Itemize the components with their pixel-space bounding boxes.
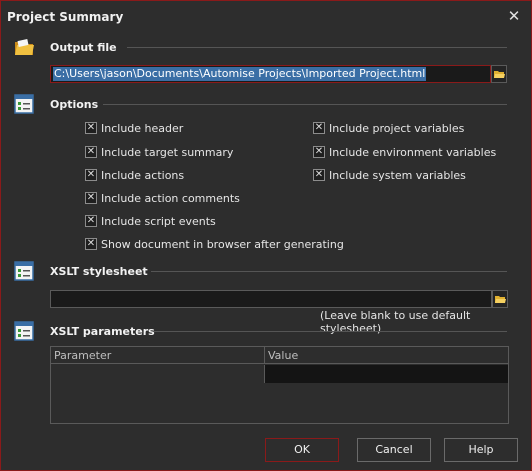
- include-actions-checkbox[interactable]: ✕ Include actions: [85, 168, 184, 182]
- include-target-summary-checkbox[interactable]: ✕ Include target summary: [85, 145, 233, 159]
- include-header-checkbox[interactable]: ✕ Include header: [85, 121, 183, 135]
- xslt-stylesheet-title: XSLT stylesheet: [50, 265, 148, 278]
- checkbox-box: ✕: [85, 215, 97, 227]
- section-divider: [103, 104, 507, 105]
- checkbox-label: Include action comments: [101, 191, 240, 205]
- checkbox-box: ✕: [313, 146, 325, 158]
- section-divider: [127, 47, 507, 48]
- browse-output-button[interactable]: [491, 65, 507, 83]
- output-file-title: Output file: [50, 41, 117, 54]
- include-system-variables-checkbox[interactable]: ✕ Include system variables: [313, 168, 466, 182]
- grid-header-value[interactable]: Value: [265, 347, 508, 364]
- section-divider: [153, 331, 507, 332]
- checkbox-label: Include target summary: [101, 145, 234, 159]
- checkbox-box: ✕: [313, 122, 325, 134]
- checkbox-label: Include system variables: [329, 168, 466, 182]
- checkbox-box: ✕: [85, 192, 97, 204]
- checklist-icon: [14, 321, 34, 341]
- checkbox-label: Include project variables: [329, 121, 465, 135]
- dialog-title: Project Summary: [7, 10, 124, 24]
- checkbox-label: Show document in browser after generatin…: [101, 237, 344, 251]
- output-file-input[interactable]: C:\Users\jason\Documents\Automise Projec…: [50, 65, 491, 83]
- include-action-comments-checkbox[interactable]: ✕ Include action comments: [85, 191, 240, 205]
- checkbox-box: ✕: [85, 169, 97, 181]
- checkbox-box: ✕: [85, 238, 97, 250]
- grid-header-parameter[interactable]: Parameter: [51, 347, 265, 364]
- checkbox-label: Include actions: [101, 168, 185, 182]
- ok-button[interactable]: OK: [265, 438, 339, 462]
- cancel-button[interactable]: Cancel: [357, 438, 431, 462]
- title-bar: Project Summary ✕: [1, 1, 531, 31]
- show-document-checkbox[interactable]: ✕ Show document in browser after generat…: [85, 237, 344, 251]
- checkbox-box: ✕: [313, 169, 325, 181]
- include-script-events-checkbox[interactable]: ✕ Include script events: [85, 214, 216, 228]
- parameters-grid[interactable]: Parameter Value: [50, 346, 509, 424]
- grid-cell-parameter[interactable]: [51, 365, 265, 383]
- browse-xslt-button[interactable]: [492, 290, 508, 308]
- output-file-value: C:\Users\jason\Documents\Automise Projec…: [53, 67, 427, 81]
- checkbox-label: Include header: [101, 121, 184, 135]
- xslt-stylesheet-input[interactable]: [50, 290, 492, 308]
- checkbox-box: ✕: [85, 122, 97, 134]
- grid-cell-value[interactable]: [265, 365, 508, 383]
- checkbox-label: Include script events: [101, 214, 216, 228]
- folder-icon: [15, 39, 34, 55]
- include-project-variables-checkbox[interactable]: ✕ Include project variables: [313, 121, 464, 135]
- checklist-icon: [14, 261, 34, 281]
- section-divider: [151, 271, 507, 272]
- include-environment-variables-checkbox[interactable]: ✕ Include environment variables: [313, 145, 496, 159]
- checkbox-box: ✕: [85, 146, 97, 158]
- close-icon[interactable]: ✕: [503, 5, 525, 27]
- xslt-parameters-title: XSLT parameters: [50, 325, 155, 338]
- options-title: Options: [50, 98, 99, 111]
- folder-open-icon: [494, 295, 506, 303]
- checklist-icon: [14, 94, 34, 114]
- checkbox-label: Include environment variables: [329, 145, 497, 159]
- help-button[interactable]: Help: [444, 438, 518, 462]
- project-summary-dialog: Project Summary ✕ Output file C:\Users\j…: [0, 0, 532, 471]
- folder-open-icon: [493, 70, 505, 78]
